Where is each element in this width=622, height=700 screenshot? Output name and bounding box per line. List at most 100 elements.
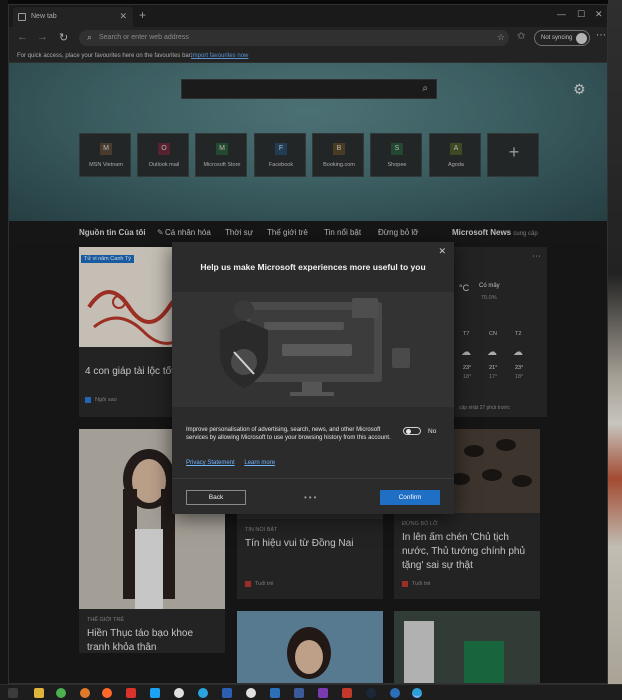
card-source: Tuổi trẻ — [412, 581, 431, 587]
news-tab-highlights[interactable]: Tin nổi bật — [324, 228, 361, 237]
news-card[interactable] — [394, 611, 540, 683]
tile-logo-icon: O — [158, 143, 170, 155]
personalisation-toggle[interactable] — [403, 427, 421, 435]
news-provider-name: Microsoft News — [452, 228, 512, 237]
desktop-background-left — [0, 0, 8, 684]
privacy-statement-link[interactable]: Privacy Statement — [186, 460, 235, 466]
browser-icon[interactable] — [102, 688, 112, 698]
confirm-button[interactable]: Confirm — [380, 490, 440, 505]
chrome-icon[interactable] — [56, 688, 66, 698]
weather-updated: cập nhật 27 phút trước — [459, 405, 510, 411]
tile-logo-icon: M — [100, 143, 112, 155]
tab-title: New tab — [31, 13, 57, 20]
quick-link-tile[interactable]: A Agoda — [429, 133, 481, 177]
app-icon[interactable] — [246, 688, 256, 698]
import-favourites-link[interactable]: Import favourites now — [191, 53, 248, 59]
weather-high: 23° — [463, 365, 472, 371]
source-logo-icon — [402, 581, 408, 587]
word-icon[interactable] — [222, 688, 232, 698]
news-tab-young-world[interactable]: Thế giới trẻ — [267, 228, 308, 237]
taskbar — [0, 684, 622, 700]
firefox-icon[interactable] — [80, 688, 90, 698]
card-image — [237, 611, 383, 683]
more-options-icon[interactable]: ⋯ — [532, 251, 541, 262]
weather-card[interactable]: ⋯ °C Có mây 70.0% T7 CN T2 ☁ ☁ ☁ 23° 21°… — [449, 247, 547, 417]
tile-label: Outlook mail — [148, 162, 180, 168]
refresh-icon[interactable]: ↻ — [59, 31, 68, 44]
twitter-icon[interactable] — [150, 688, 160, 698]
weather-day: T2 — [515, 331, 522, 337]
acrobat-icon[interactable] — [342, 688, 352, 698]
news-card[interactable] — [237, 611, 383, 683]
card-image — [394, 611, 540, 683]
card-headline: Hiền Thục táo bạo khoe tranh khỏa thân — [87, 628, 194, 653]
news-provider: Microsoft News cung cấp — [452, 228, 538, 237]
file-explorer-icon[interactable] — [34, 688, 44, 698]
tile-logo-icon: F — [275, 143, 287, 155]
new-tab-plus-icon[interactable]: + — [139, 8, 146, 22]
page-search-box[interactable]: ⌕ — [181, 79, 437, 99]
favourites-bar-message: For quick access, place your favourites … — [17, 53, 193, 59]
search-icon: ⌕ — [87, 32, 93, 42]
tile-label: Facebook — [268, 162, 294, 168]
news-tab-personalize[interactable]: Cá nhân hóa — [165, 228, 211, 237]
quick-link-tile[interactable]: S Shopee — [370, 133, 422, 177]
weather-day: CN — [489, 331, 497, 337]
close-icon[interactable]: ✕ — [438, 246, 446, 257]
quick-link-tile[interactable]: B Booking.com — [312, 133, 364, 177]
maximize-icon[interactable]: ☐ — [577, 9, 585, 20]
forward-arrow-icon[interactable]: → — [37, 31, 48, 43]
weather-high: 21° — [489, 365, 498, 371]
steam-icon[interactable] — [366, 688, 376, 698]
edge-icon[interactable] — [412, 688, 422, 698]
quick-link-tile[interactable]: M Microsoft Store — [195, 133, 247, 177]
app-icon[interactable] — [174, 688, 184, 698]
more-menu-icon[interactable]: ⋯ — [596, 30, 606, 41]
back-button[interactable]: Back — [186, 490, 246, 505]
favourites-bar: For quick access, place your favourites … — [9, 49, 607, 63]
lightroom-icon[interactable] — [294, 688, 304, 698]
back-arrow-icon[interactable]: ← — [17, 31, 28, 43]
photoshop-icon[interactable] — [270, 688, 280, 698]
card-headline: In lên ấm chén 'Chủ tịch nước, Thủ tướng… — [402, 532, 526, 571]
dialog-footer: Back ••• Confirm — [172, 478, 454, 514]
desktop: New tab ✕ + — ☐ ✕ ← → ↻ ⌕ Search or ente… — [0, 0, 622, 700]
news-tab-dont-miss[interactable]: Đừng bỏ lỡ — [378, 228, 418, 237]
card-source: Ngôi sao — [95, 397, 117, 403]
card-headline: Tín hiệu vui từ Đồng Nai — [245, 538, 354, 549]
window-close-icon[interactable]: ✕ — [595, 9, 603, 20]
add-quick-link-button[interactable]: + — [487, 133, 539, 177]
source-logo-icon — [245, 581, 251, 587]
desktop-background-right — [608, 0, 622, 684]
profile-button[interactable]: Not syncing — [534, 30, 590, 46]
pagination-dots: ••• — [304, 493, 319, 502]
tab-close-icon[interactable]: ✕ — [119, 11, 127, 22]
card-category: THẾ GIỚI TRẺ — [87, 617, 125, 623]
tile-label: Microsoft Store — [203, 162, 241, 168]
cloud-icon: ☁ — [513, 347, 523, 358]
dialog-links: Privacy Statement Learn more — [186, 460, 283, 466]
address-bar[interactable]: ⌕ Search or enter web address ☆ — [79, 30, 509, 46]
weather-temp-unit: °C — [459, 283, 470, 293]
favourite-star-icon[interactable]: ☆ — [497, 32, 505, 43]
dialog-body-text: Improve personalisation of advertising, … — [186, 427, 391, 441]
tab-new-tab[interactable]: New tab ✕ — [13, 7, 133, 27]
gear-icon[interactable]: ⚙ — [573, 81, 586, 98]
quick-link-tile[interactable]: M MSN Vietnam — [79, 133, 131, 177]
app-icon[interactable] — [126, 688, 136, 698]
favourites-list-icon[interactable]: ✩ — [517, 31, 525, 42]
avatar-icon — [576, 33, 587, 44]
app-icon[interactable] — [390, 688, 400, 698]
news-tab-current-affairs[interactable]: Thời sự — [225, 228, 253, 237]
minimize-icon[interactable]: — — [557, 9, 566, 19]
start-icon[interactable] — [8, 688, 18, 698]
quick-link-tile[interactable]: F Facebook — [254, 133, 306, 177]
telegram-icon[interactable] — [198, 688, 208, 698]
toggle-label: No — [428, 428, 437, 435]
quick-link-tile[interactable]: O Outlook mail — [137, 133, 189, 177]
weather-humidity: 70.0% — [481, 295, 497, 301]
premiere-icon[interactable] — [318, 688, 328, 698]
news-tab-my-feed[interactable]: Nguồn tin Của tôi — [79, 228, 146, 237]
search-icon: ⌕ — [422, 83, 428, 94]
learn-more-link[interactable]: Learn more — [244, 460, 275, 466]
